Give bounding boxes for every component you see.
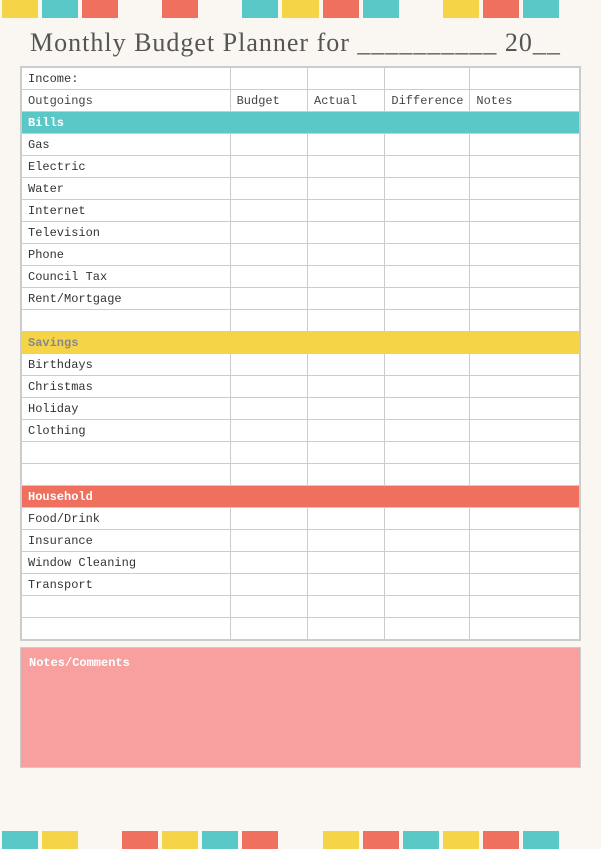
row-birthdays-label: Birthdays xyxy=(22,354,231,376)
table-row: Christmas xyxy=(22,376,580,398)
table-row: Television xyxy=(22,222,580,244)
row-food-label: Food/Drink xyxy=(22,508,231,530)
row-transport-label: Transport xyxy=(22,574,231,596)
row-electric-label: Electric xyxy=(22,156,231,178)
border-seg-5 xyxy=(162,0,198,18)
row-television-label: Television xyxy=(22,222,231,244)
notes-comments-section[interactable]: Notes/Comments xyxy=(20,647,581,768)
border-seg-12 xyxy=(443,0,479,18)
row-holiday-label: Holiday xyxy=(22,398,231,420)
bot-seg-9 xyxy=(323,831,359,849)
blank-row xyxy=(22,596,580,618)
table-row: Insurance xyxy=(22,530,580,552)
budget-table-wrapper: Income: Outgoings Budget Actual Differen… xyxy=(20,66,581,641)
row-gas-actual[interactable] xyxy=(308,134,385,156)
bot-seg-10 xyxy=(363,831,399,849)
blank-row xyxy=(22,618,580,640)
table-row: Clothing xyxy=(22,420,580,442)
bot-seg-12 xyxy=(443,831,479,849)
bot-seg-11 xyxy=(403,831,439,849)
column-header-row: Outgoings Budget Actual Difference Notes xyxy=(22,90,580,112)
table-row: Rent/Mortgage xyxy=(22,288,580,310)
bot-seg-15 xyxy=(563,831,599,849)
bot-seg-8 xyxy=(282,831,318,849)
table-row: Holiday xyxy=(22,398,580,420)
bot-seg-1 xyxy=(2,831,38,849)
border-seg-9 xyxy=(323,0,359,18)
border-seg-8 xyxy=(282,0,318,18)
blank-row xyxy=(22,310,580,332)
border-seg-3 xyxy=(82,0,118,18)
bot-seg-4 xyxy=(122,831,158,849)
border-seg-2 xyxy=(42,0,78,18)
border-seg-10 xyxy=(363,0,399,18)
income-actual[interactable] xyxy=(308,68,385,90)
row-gas-notes[interactable] xyxy=(470,134,580,156)
row-gas-label: Gas xyxy=(22,134,231,156)
bot-seg-2 xyxy=(42,831,78,849)
table-row: Transport xyxy=(22,574,580,596)
table-row: Food/Drink xyxy=(22,508,580,530)
table-row: Birthdays xyxy=(22,354,580,376)
row-gas-diff[interactable] xyxy=(385,134,470,156)
bot-seg-3 xyxy=(82,831,118,849)
row-phone-label: Phone xyxy=(22,244,231,266)
row-rent-label: Rent/Mortgage xyxy=(22,288,231,310)
bot-seg-6 xyxy=(202,831,238,849)
border-seg-6 xyxy=(202,0,238,18)
row-gas-budget[interactable] xyxy=(230,134,307,156)
top-border xyxy=(0,0,601,18)
col-difference: Difference xyxy=(385,90,470,112)
table-row: Council Tax xyxy=(22,266,580,288)
col-outgoings: Outgoings xyxy=(22,90,231,112)
table-row: Phone xyxy=(22,244,580,266)
bot-seg-14 xyxy=(523,831,559,849)
savings-label: Savings xyxy=(22,332,580,354)
row-insurance-label: Insurance xyxy=(22,530,231,552)
bot-seg-7 xyxy=(242,831,278,849)
row-clothing-label: Clothing xyxy=(22,420,231,442)
border-seg-1 xyxy=(2,0,38,18)
page: Monthly Budget Planner for __________ 20… xyxy=(0,0,601,849)
household-label: Household xyxy=(22,486,580,508)
table-row: Gas xyxy=(22,134,580,156)
income-notes[interactable] xyxy=(470,68,580,90)
bot-seg-13 xyxy=(483,831,519,849)
border-seg-11 xyxy=(403,0,439,18)
bottom-border xyxy=(0,831,601,849)
row-council-tax-label: Council Tax xyxy=(22,266,231,288)
income-budget[interactable] xyxy=(230,68,307,90)
budget-table: Income: Outgoings Budget Actual Differen… xyxy=(21,67,580,640)
income-diff[interactable] xyxy=(385,68,470,90)
bot-seg-5 xyxy=(162,831,198,849)
blank-row xyxy=(22,464,580,486)
row-window-label: Window Cleaning xyxy=(22,552,231,574)
col-budget: Budget xyxy=(230,90,307,112)
section-savings-header: Savings xyxy=(22,332,580,354)
page-title: Monthly Budget Planner for __________ 20… xyxy=(0,18,601,66)
section-household-header: Household xyxy=(22,486,580,508)
row-internet-label: Internet xyxy=(22,200,231,222)
income-label: Income: xyxy=(22,68,231,90)
notes-comments-content[interactable] xyxy=(29,674,572,759)
border-seg-13 xyxy=(483,0,519,18)
section-bills-header: Bills xyxy=(22,112,580,134)
border-seg-15 xyxy=(563,0,599,18)
income-row: Income: xyxy=(22,68,580,90)
row-christmas-label: Christmas xyxy=(22,376,231,398)
border-seg-7 xyxy=(242,0,278,18)
notes-comments-label: Notes/Comments xyxy=(29,656,572,670)
border-seg-4 xyxy=(122,0,158,18)
bills-label: Bills xyxy=(22,112,580,134)
col-notes: Notes xyxy=(470,90,580,112)
col-actual: Actual xyxy=(308,90,385,112)
table-row: Window Cleaning xyxy=(22,552,580,574)
border-seg-14 xyxy=(523,0,559,18)
row-water-label: Water xyxy=(22,178,231,200)
table-row: Internet xyxy=(22,200,580,222)
table-row: Water xyxy=(22,178,580,200)
blank-row xyxy=(22,442,580,464)
table-row: Electric xyxy=(22,156,580,178)
